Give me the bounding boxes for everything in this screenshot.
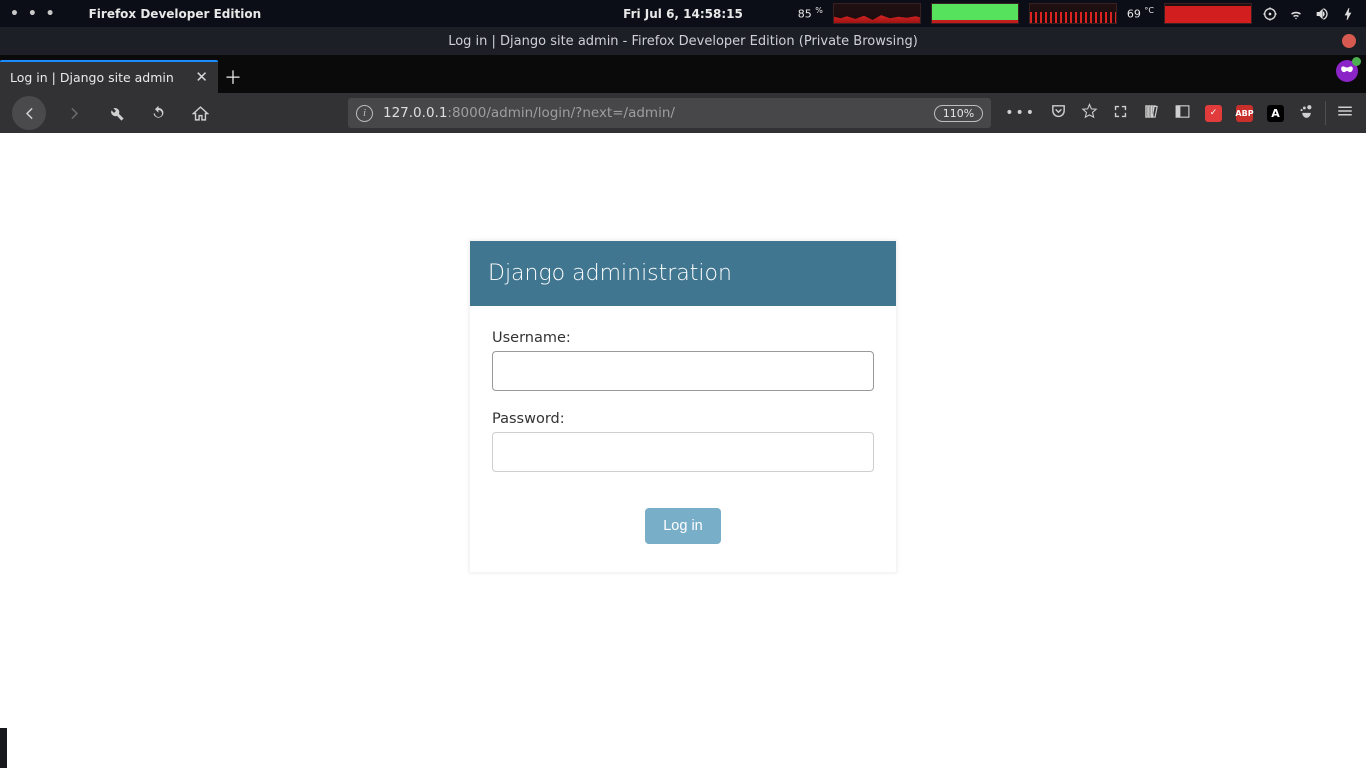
url-text: 127.0.0.1:8000/admin/login/?next=/admin/ [383,105,675,121]
system-top-bar: • • • Firefox Developer Edition Fri Jul … [0,0,1366,27]
temperature-readout: 69 °C [1127,6,1154,21]
tab-active[interactable]: Log in | Django site admin ✕ [0,60,218,93]
new-tab-button[interactable]: ＋ [218,60,248,93]
page-actions-button[interactable]: ••• [1005,105,1036,121]
window-close-button[interactable] [1342,34,1356,48]
thermal-graph [1164,3,1252,24]
memory-graph [931,3,1019,24]
network-graph [1029,3,1117,24]
app-menu-button[interactable] [1336,102,1354,124]
wifi-icon[interactable] [1288,6,1304,22]
private-browsing-badge[interactable] [1336,60,1358,82]
navigation-toolbar: i 127.0.0.1:8000/admin/login/?next=/admi… [0,93,1366,133]
tab-close-button[interactable]: ✕ [195,70,208,85]
tab-strip: Log in | Django site admin ✕ ＋ [0,55,1366,93]
username-label: Username: [492,330,874,346]
back-button[interactable] [12,96,46,130]
extension-gnome-icon[interactable] [1298,103,1315,124]
volume-icon[interactable] [1314,6,1330,22]
django-login-card: Django administration Username: Password… [469,240,897,573]
left-edge-artifact [0,728,7,768]
fullscreen-icon[interactable] [1112,103,1129,124]
update-available-dot [1352,57,1361,66]
firefox-window-title: Log in | Django site admin - Firefox Dev… [448,34,918,49]
active-window-title[interactable]: Firefox Developer Edition [67,7,262,21]
url-bar[interactable]: i 127.0.0.1:8000/admin/login/?next=/admi… [348,98,991,128]
tab-label: Log in | Django site admin [10,70,174,85]
pocket-icon[interactable] [1050,103,1067,124]
django-admin-header: Django administration [470,241,896,306]
extension-darkmode-icon[interactable]: A [1267,105,1284,122]
home-button[interactable] [186,99,214,127]
forward-button[interactable] [60,99,88,127]
firefox-window-titlebar: Log in | Django site admin - Firefox Dev… [0,27,1366,55]
extension-abp-icon[interactable]: ABP [1236,105,1253,122]
username-input[interactable] [492,351,874,391]
bookmark-star-icon[interactable] [1081,103,1098,124]
site-info-icon[interactable]: i [356,105,373,122]
login-button[interactable]: Log in [645,508,721,544]
library-icon[interactable] [1143,103,1160,124]
devtools-button[interactable] [102,99,130,127]
activities-menu[interactable]: • • • [0,6,67,22]
power-icon[interactable] [1340,6,1356,22]
reload-button[interactable] [144,99,172,127]
page-content: Django administration Username: Password… [0,133,1366,768]
battery-percent: 85 % [798,6,823,21]
toolbar-separator [1325,101,1326,125]
sidebar-icon[interactable] [1174,103,1191,124]
location-icon[interactable] [1262,6,1278,22]
cpu-graph [833,3,921,24]
extension-ublock-icon[interactable]: ✓ [1205,105,1222,122]
password-label: Password: [492,411,874,427]
password-input[interactable] [492,432,874,472]
system-clock[interactable]: Fri Jul 6, 14:58:15 [623,7,743,21]
zoom-level-indicator[interactable]: 110% [934,105,983,122]
